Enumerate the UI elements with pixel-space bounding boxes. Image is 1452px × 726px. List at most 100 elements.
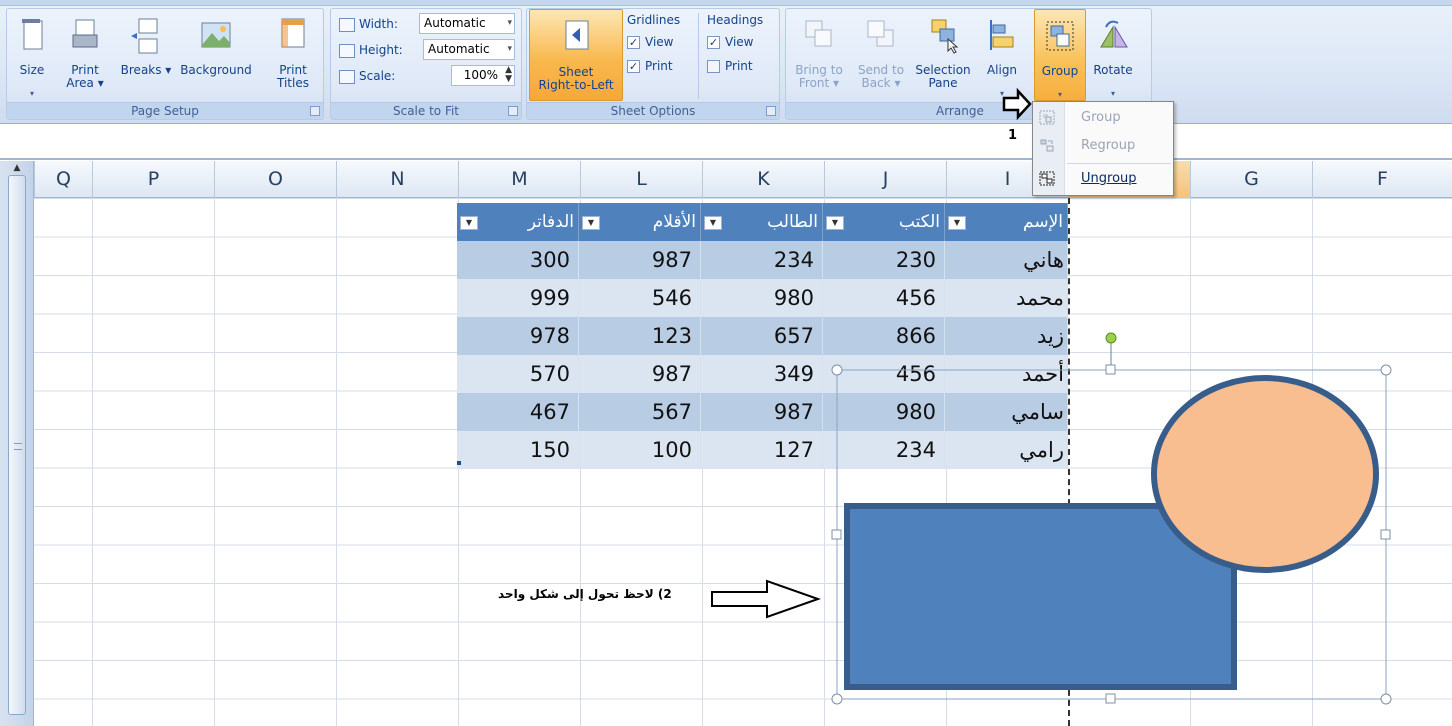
table-resize-handle[interactable] — [457, 461, 461, 465]
table-cell[interactable]: 150 — [457, 431, 579, 469]
formula-bar-area[interactable] — [0, 124, 1452, 160]
filter-dropdown-icon[interactable]: ▼ — [582, 216, 600, 230]
spin-arrows-icon[interactable]: ▲ ▼ — [505, 66, 512, 84]
table-cell[interactable]: 987 — [579, 241, 701, 279]
gridline — [1312, 198, 1313, 726]
table-cell[interactable]: أحمد — [945, 355, 1068, 393]
page-setup-dialog-launcher[interactable] — [310, 106, 320, 116]
column-header-n[interactable]: N — [336, 161, 458, 198]
rotate-button[interactable]: Rotate ▾ — [1088, 9, 1138, 101]
scale-to-fit-dialog-launcher[interactable] — [508, 106, 518, 116]
sheet-options-dialog-launcher[interactable] — [766, 106, 776, 116]
table-cell[interactable]: 100 — [579, 431, 701, 469]
table-cell[interactable]: 978 — [457, 317, 579, 355]
table-cell[interactable]: 657 — [701, 317, 823, 355]
checkmark-icon: ✓ — [627, 60, 640, 73]
separator — [698, 13, 699, 99]
column-header-m[interactable]: M — [458, 161, 580, 198]
gridline — [92, 198, 93, 726]
menu-item-ungroup[interactable]: Ungroup — [1033, 166, 1173, 192]
headings-print-label: Print — [725, 59, 753, 73]
table-cell[interactable]: 546 — [579, 279, 701, 317]
background-button[interactable]: Background — [173, 9, 259, 101]
print-titles-button[interactable]: Print Titles — [269, 9, 317, 101]
vertical-scrollbar[interactable]: ▲ — [0, 161, 34, 726]
scroll-up-arrow-icon[interactable]: ▲ — [8, 163, 26, 174]
column-header-f[interactable]: F — [1312, 161, 1452, 198]
headings-view-label: View — [725, 35, 754, 49]
table-cell[interactable]: 999 — [457, 279, 579, 317]
filter-dropdown-icon[interactable]: ▼ — [826, 216, 844, 230]
column-header-p[interactable]: P — [92, 161, 214, 198]
gridlines-view-checkbox[interactable]: ✓ View — [627, 31, 673, 53]
table-cell[interactable]: رامي — [945, 431, 1068, 469]
table-cell[interactable]: محمد — [945, 279, 1068, 317]
filter-dropdown-icon[interactable]: ▼ — [704, 216, 722, 230]
table-cell[interactable]: 456 — [823, 355, 945, 393]
headings-view-checkbox[interactable]: ✓ View — [707, 31, 753, 53]
gridline — [1190, 198, 1191, 726]
chevron-down-icon: ▾ — [507, 18, 512, 28]
print-area-button[interactable]: Print Area ▾ — [63, 9, 107, 101]
table-cell[interactable]: 980 — [701, 279, 823, 317]
column-header-o[interactable]: O — [214, 161, 336, 198]
selection-pane-button[interactable]: Selection Pane — [910, 9, 976, 101]
table-cell[interactable]: هاني — [945, 241, 1068, 279]
scale-spinner[interactable]: 100% ▲ ▼ — [451, 65, 515, 86]
header-text: الإسم — [1023, 212, 1063, 232]
table-cell[interactable]: 456 — [823, 279, 945, 317]
selection-pane-icon — [931, 19, 959, 54]
sheet-right-to-left-button[interactable]: Sheet Right-to-Left — [529, 9, 623, 101]
table-cell[interactable]: 467 — [457, 393, 579, 431]
table-cell[interactable]: 123 — [579, 317, 701, 355]
column-header-j[interactable]: J — [824, 161, 946, 198]
checkmark-icon: ✓ — [627, 36, 640, 49]
column-header-k[interactable]: K — [702, 161, 824, 198]
menu-item-regroup[interactable]: Regroup — [1033, 133, 1173, 159]
column-header-g[interactable]: G — [1190, 161, 1312, 198]
table-cell[interactable]: 230 — [823, 241, 945, 279]
table-header-cell[interactable]: ▼ الإسم — [945, 203, 1068, 241]
table-header-cell[interactable]: ▼ الدفاتر — [457, 203, 579, 241]
table-cell[interactable]: 987 — [701, 393, 823, 431]
table-cell[interactable]: 349 — [701, 355, 823, 393]
filter-dropdown-icon[interactable]: ▼ — [460, 216, 478, 230]
group-button[interactable]: Group ▾ — [1034, 9, 1086, 101]
table-cell[interactable]: 987 — [579, 355, 701, 393]
table-cell[interactable]: 567 — [579, 393, 701, 431]
align-button[interactable]: Align ▾ — [980, 9, 1024, 101]
table-cell[interactable]: 866 — [823, 317, 945, 355]
table-cell[interactable]: 300 — [457, 241, 579, 279]
size-button[interactable]: Size ▾ — [11, 9, 53, 101]
sheet-right-to-left-label: Sheet Right-to-Left — [538, 65, 614, 92]
width-combo[interactable]: Automatic ▾ — [419, 13, 515, 34]
scale-to-fit-group: Width: Automatic ▾ Height: Automatic ▾ Sca… — [330, 8, 522, 120]
height-combo[interactable]: Automatic ▾ — [423, 39, 515, 60]
breaks-button[interactable]: Breaks ▾ — [119, 9, 173, 101]
table-header-cell[interactable]: ▼ الكتب — [823, 203, 945, 241]
filter-dropdown-icon[interactable]: ▼ — [948, 216, 966, 230]
size-label: Size — [19, 63, 45, 77]
column-header-q[interactable]: Q — [34, 161, 92, 198]
table-cell[interactable]: سامي — [945, 393, 1068, 431]
headings-print-checkbox[interactable]: Print — [707, 55, 753, 77]
width-label: Width: — [359, 17, 398, 31]
ribbon-top-border — [0, 0, 1452, 6]
table-cell[interactable]: 570 — [457, 355, 579, 393]
table-cell[interactable]: 127 — [701, 431, 823, 469]
table-cell[interactable]: 234 — [701, 241, 823, 279]
arrange-label-text: Arrange — [936, 104, 984, 118]
sheet-options-group: Sheet Right-to-Left Gridlines ✓ View ✓ Pri… — [526, 8, 780, 120]
bring-to-front-button[interactable]: Bring to Front ▾ — [788, 9, 850, 101]
table-cell[interactable]: 234 — [823, 431, 945, 469]
table-header-cell[interactable]: ▼ الطالب — [701, 203, 823, 241]
table-header-cell[interactable]: ▼ الأقلام — [579, 203, 701, 241]
table-cell[interactable]: زيد — [945, 317, 1068, 355]
column-header-l[interactable]: L — [580, 161, 702, 198]
table-cell[interactable]: 980 — [823, 393, 945, 431]
menu-item-group[interactable]: Group — [1033, 105, 1173, 131]
send-to-back-button[interactable]: Send to Back ▾ — [852, 9, 910, 101]
worksheet: Q P O N M L K J I H G F ▲ ▼ الدفاتر ▼ الأق… — [0, 161, 1452, 726]
page-break-line — [1068, 198, 1070, 726]
gridlines-print-checkbox[interactable]: ✓ Print — [627, 55, 673, 77]
